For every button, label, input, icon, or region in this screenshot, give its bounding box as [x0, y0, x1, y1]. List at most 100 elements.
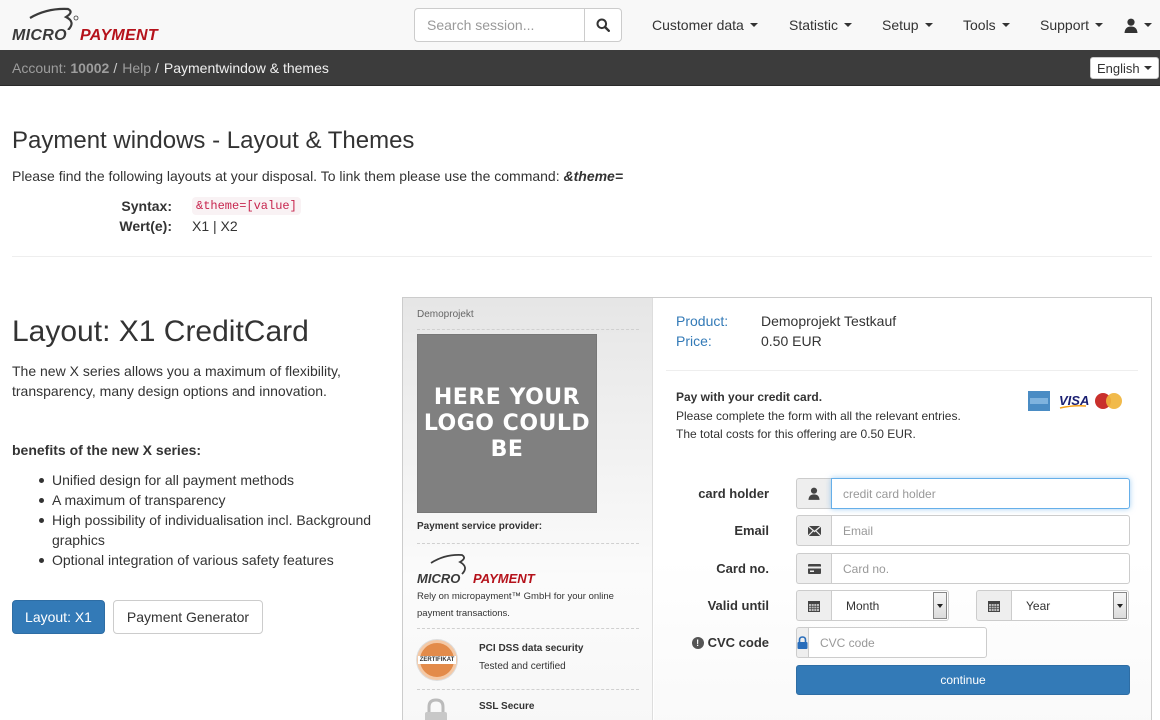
nav-tools[interactable]: Tools [963, 0, 1010, 50]
card-number-field [796, 553, 1130, 584]
page-title: Payment windows - Layout & Themes [12, 127, 415, 154]
pci-certificate-badge-icon: ZERTIFIKAT [417, 640, 457, 680]
payment-generator-button[interactable]: Payment Generator [113, 600, 263, 634]
language-selected: English [1097, 60, 1140, 76]
pay-instructions: Please complete the form with all the re… [676, 407, 961, 443]
addon [796, 553, 831, 584]
user-icon [808, 487, 820, 500]
breadcrumb-help[interactable]: Help [122, 60, 151, 76]
card-number-label: Card no. [716, 561, 769, 576]
nav-label: Statistic [789, 17, 839, 33]
visa-icon: VISA [1059, 393, 1089, 409]
price-label: Price: [676, 333, 712, 349]
divider [666, 370, 1138, 371]
payment-window-preview: Demoprojekt HERE YOUR LOGO COULD BE Paym… [402, 297, 1152, 720]
user-icon [1124, 18, 1138, 33]
intro-command: &theme= [563, 168, 624, 184]
card-holder-field [796, 478, 1130, 509]
breadcrumb: Account: 10002/Help / Paymentwindow & them… [12, 60, 329, 76]
syntax-value: &theme=[value] [192, 197, 301, 215]
ssl-title: SSL Secure [479, 701, 535, 712]
breadcrumb-separator: / [113, 60, 118, 76]
breadcrumb-separator: / [155, 60, 159, 76]
micropayment-logo[interactable]: MICRO PAYMENT [12, 6, 162, 46]
pay-heading: Pay with your credit card. [676, 390, 823, 404]
mastercard-icon [1095, 393, 1122, 409]
pay-line: Please complete the form with all the re… [676, 409, 961, 423]
month-select[interactable]: Month [831, 590, 949, 621]
continue-button[interactable]: continue [796, 665, 1130, 695]
benefits-title: benefits of the new X series: [12, 442, 202, 458]
logo-placeholder: HERE YOUR LOGO COULD BE [417, 334, 597, 513]
lock-icon [797, 636, 808, 649]
nav-support[interactable]: Support [1040, 0, 1104, 50]
logo-text-payment: PAYMENT [473, 571, 535, 586]
search-icon [596, 18, 610, 32]
dropdown-arrow-icon [933, 592, 947, 619]
syntax-label: Syntax: [121, 198, 172, 214]
product-value: Demoprojekt Testkauf [761, 313, 897, 329]
calendar-icon [808, 600, 820, 612]
logo-text-payment: PAYMENT [80, 27, 158, 44]
card-holder-input[interactable] [831, 478, 1130, 509]
year-select[interactable]: Year [1011, 590, 1129, 621]
nav-statistic[interactable]: Statistic [789, 0, 853, 50]
credit-card-icon [807, 563, 821, 574]
cvc-input[interactable] [808, 627, 987, 658]
breadcrumb-account-id[interactable]: 10002 [70, 60, 109, 76]
benefit-item: A maximum of transparency [39, 490, 372, 510]
logo-text-micro: MICRO [12, 27, 67, 44]
breadcrumb-bar: Account: 10002/Help / Paymentwindow & them… [0, 50, 1160, 86]
breadcrumb-account-label: Account: [12, 60, 67, 76]
top-navbar: MICRO PAYMENT Customer data Statistic Se… [0, 0, 1160, 50]
email-input[interactable] [831, 515, 1130, 546]
values-value: X1 | X2 [192, 218, 238, 234]
breadcrumb-current: Paymentwindow & themes [163, 60, 329, 76]
card-brands: VISA [1028, 391, 1122, 411]
cvc-label: ! CVC code [654, 635, 769, 650]
caret-down-icon [924, 23, 933, 27]
product-label: Product: [676, 313, 729, 329]
addon [796, 627, 808, 658]
year-selected: Year [1026, 598, 1051, 613]
search-input[interactable] [414, 8, 584, 42]
page-intro: Please find the following layouts at you… [12, 168, 623, 184]
layout-title: Layout: X1 CreditCard [12, 315, 309, 348]
benefit-item: Optional integration of various safety f… [39, 550, 372, 570]
card-number-input[interactable] [831, 553, 1130, 584]
language-dropdown[interactable]: English [1090, 57, 1159, 79]
pci-subtitle: Tested and certified [479, 661, 566, 672]
caret-down-icon [1001, 23, 1010, 27]
addon [796, 515, 831, 546]
nav-user-menu[interactable] [1124, 0, 1152, 50]
cvc-field [796, 627, 987, 658]
preview-main: Product: Demoprojekt Testkauf Price: 0.5… [654, 298, 1151, 720]
amex-icon [1028, 391, 1050, 411]
nav-setup[interactable]: Setup [882, 0, 933, 50]
calendar-icon [988, 600, 1000, 612]
info-icon[interactable]: ! [691, 637, 704, 649]
padlock-icon [425, 698, 447, 720]
cvc-label-text: CVC code [707, 635, 769, 650]
price-value: 0.50 EUR [761, 333, 822, 349]
nav-customer-data[interactable]: Customer data [652, 0, 758, 50]
nav-label: Support [1040, 17, 1090, 33]
dashed-divider [417, 689, 639, 690]
psp-description: Rely on micropayment™ GmbH for your onli… [417, 591, 614, 619]
month-field: Month [796, 590, 949, 621]
nav-label: Tools [963, 17, 996, 33]
dropdown-arrow-icon [1113, 592, 1127, 619]
caret-down-icon [1095, 23, 1104, 27]
preview-sidebar: Demoprojekt HERE YOUR LOGO COULD BE Paym… [403, 298, 653, 720]
envelope-icon [807, 525, 821, 536]
addon [796, 590, 831, 621]
badge-text: ZERTIFIKAT [417, 656, 457, 664]
dashed-divider [417, 329, 639, 330]
pci-title: PCI DSS data security [479, 643, 584, 654]
layout-x1-button[interactable]: Layout: X1 [12, 600, 105, 634]
psp-label: Payment service provider: [417, 521, 543, 532]
year-field: Year [976, 590, 1129, 621]
benefit-item: Unified design for all payment methods [39, 470, 372, 490]
caret-down-icon [749, 23, 758, 27]
search-button[interactable] [584, 8, 622, 42]
